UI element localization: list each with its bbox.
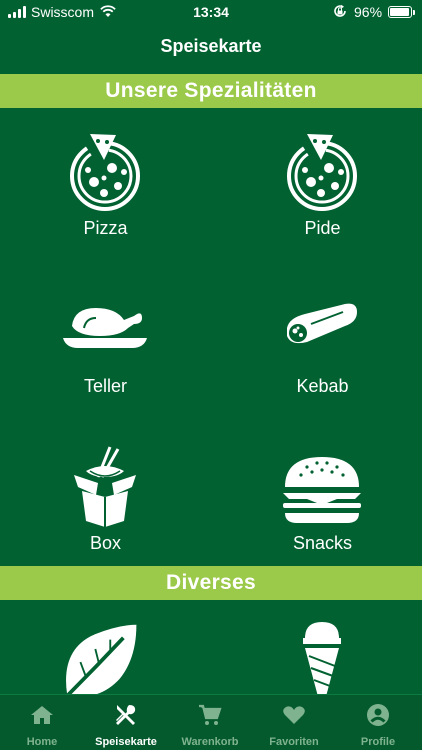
category-label: Teller (83, 376, 127, 396)
tab-favoriten[interactable]: Favoriten (252, 695, 336, 750)
category-label: Pide (304, 218, 341, 238)
category-salad[interactable] (0, 618, 211, 694)
category-box[interactable]: Box (0, 445, 211, 555)
category-pide[interactable]: Pide (217, 130, 422, 245)
category-pizza[interactable]: Pizza (0, 130, 211, 245)
tab-label: Favoriten (269, 736, 319, 748)
section-header-specialties: Unsere Spezialitäten (0, 74, 422, 108)
tab-speisekarte[interactable]: Speisekarte (84, 695, 168, 750)
category-label: Kebab (296, 376, 349, 396)
utensils-icon (116, 705, 136, 725)
pide-icon (277, 130, 367, 220)
category-label: Box (89, 533, 122, 553)
tab-label: Speisekarte (95, 736, 157, 748)
category-teller[interactable]: Teller (0, 288, 211, 398)
category-dessert[interactable] (217, 618, 422, 694)
battery-percent: 96% (354, 4, 383, 20)
profile-icon (367, 704, 389, 726)
battery-icon (388, 6, 415, 18)
section-header-diverses: Diverses (0, 566, 422, 600)
tab-label: Home (26, 736, 58, 748)
home-icon (31, 706, 53, 724)
snacks-icon (277, 445, 367, 535)
category-snacks[interactable]: Snacks (217, 445, 422, 555)
tab-profile[interactable]: Profile (336, 695, 420, 750)
ice-cream-icon (277, 618, 367, 694)
tab-warenkorb[interactable]: Warenkorb (168, 695, 252, 750)
heart-icon (283, 706, 305, 724)
status-bar: Swisscom 13:34 96% (0, 0, 422, 24)
kebab-icon (277, 288, 367, 378)
leaf-icon (58, 618, 142, 694)
battery-level (390, 8, 409, 16)
category-label: Snacks (292, 533, 353, 553)
pizza-icon (60, 130, 150, 220)
category-label: Pizza (83, 218, 128, 238)
tab-bar: Home Speisekarte Warenkorb Favoriten Pro… (0, 694, 422, 750)
orientation-lock-icon (334, 4, 346, 17)
teller-icon (60, 288, 150, 378)
tab-label: Warenkorb (181, 736, 239, 748)
cart-icon (199, 704, 222, 725)
box-icon (60, 445, 150, 535)
tab-home[interactable]: Home (0, 695, 84, 750)
tab-label: Profile (360, 736, 396, 748)
category-kebab[interactable]: Kebab (217, 288, 422, 398)
page-title: Speisekarte (160, 36, 262, 56)
